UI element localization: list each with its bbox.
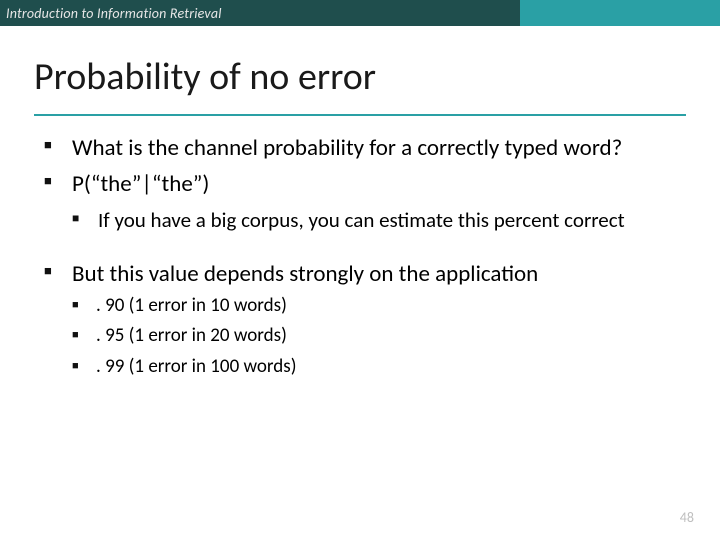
bullet-text: . 90 (1 error in 10 words) [96,294,287,317]
page-number: 48 [680,509,694,526]
bullet-text: What is the channel probability for a co… [72,134,622,162]
bullet-item: But this value depends strongly on the a… [44,260,676,380]
top-bar-right [520,0,720,26]
bullet-item: . 99 (1 error in 100 words) [72,355,676,380]
title-area: Probability of no error [0,26,720,108]
bullet-item: . 90 (1 error in 10 words) [72,294,676,319]
slide: Introduction to Information Retrieval Pr… [0,0,720,540]
bullet-text: . 99 (1 error in 100 words) [96,355,296,378]
bullet-sublist: If you have a big corpus, you can estima… [72,208,676,234]
bullet-text: . 95 (1 error in 20 words) [96,324,287,347]
bullet-list: What is the channel probability for a co… [44,134,676,234]
bullet-item: What is the channel probability for a co… [44,134,676,162]
slide-title: Probability of no error [34,54,686,100]
bullet-item: . 95 (1 error in 20 words) [72,324,676,349]
bullet-list: But this value depends strongly on the a… [44,260,676,380]
spacer [44,242,676,260]
bullet-item: If you have a big corpus, you can estima… [72,208,676,234]
bullet-text: P(“the”|“the”) [72,170,209,198]
bullet-sublist: . 90 (1 error in 10 words) . 95 (1 error… [72,294,676,380]
bullet-text: But this value depends strongly on the a… [72,260,538,288]
top-bar-left: Introduction to Information Retrieval [0,0,520,26]
bullet-item: P(“the”|“the”) If you have a big corpus,… [44,170,676,234]
content-area: What is the channel probability for a co… [0,116,720,380]
bullet-text: If you have a big corpus, you can estima… [98,207,625,233]
course-label: Introduction to Information Retrieval [6,5,222,22]
top-bar: Introduction to Information Retrieval [0,0,720,26]
